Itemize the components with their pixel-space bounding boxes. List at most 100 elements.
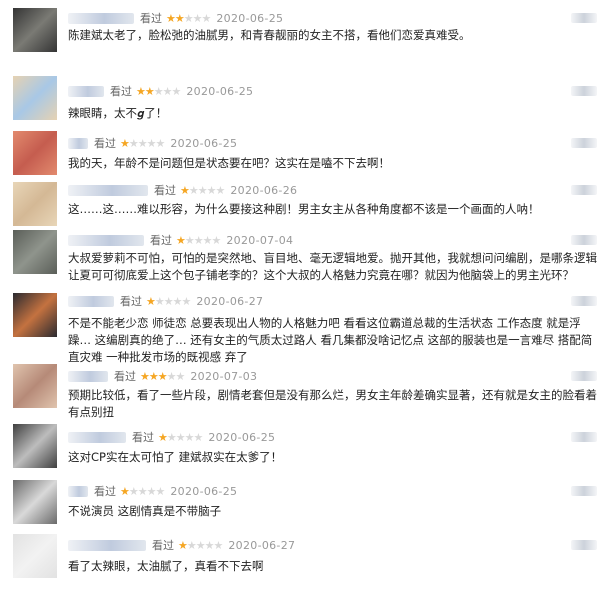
star-filled-icon: ★ — [157, 369, 168, 383]
star-empty-icon: ★ — [186, 538, 197, 552]
review-date: 2020-06-27 — [196, 294, 264, 308]
username-blurred[interactable] — [68, 184, 148, 196]
review-date: 2020-06-26 — [230, 183, 298, 197]
review-text: 我的天，年龄不是问题但是状态要在吧？这实在是嗑不下去啊！ — [68, 156, 390, 170]
watched-label: 看过 — [94, 137, 116, 150]
review-meta: 看过 ★★★★★ 2020-07-04 — [68, 232, 293, 248]
star-filled-icon: ★ — [166, 11, 176, 25]
watched-label: 看过 — [120, 295, 142, 308]
star-filled-icon: ★ — [146, 294, 156, 308]
star-empty-icon: ★ — [181, 294, 192, 308]
avatar[interactable] — [13, 131, 57, 175]
avatar[interactable] — [13, 293, 57, 337]
star-filled-icon: ★ — [120, 136, 130, 150]
star-empty-icon: ★ — [128, 136, 139, 150]
review-meta: 看过 ★★★★★ 2020-06-25 — [68, 135, 237, 151]
star-empty-icon: ★ — [211, 233, 222, 247]
username-blurred[interactable] — [68, 137, 88, 149]
avatar[interactable] — [13, 182, 57, 226]
review-date: 2020-06-25 — [216, 11, 284, 25]
watched-label: 看过 — [114, 370, 136, 383]
star-empty-icon: ★ — [175, 430, 186, 444]
star-empty-icon: ★ — [146, 484, 157, 498]
rating-stars: ★★★★★ — [180, 183, 226, 197]
vote-count-blurred — [571, 432, 597, 442]
star-empty-icon: ★ — [184, 430, 195, 444]
username-blurred[interactable] — [68, 539, 146, 551]
star-empty-icon: ★ — [154, 294, 165, 308]
star-empty-icon: ★ — [202, 233, 213, 247]
rating-stars: ★★★★★ — [120, 484, 166, 498]
avatar[interactable] — [13, 480, 57, 524]
review-list: 看过 ★★★★★ 2020-06-25 陈建斌太老了，脸松弛的油腻男，和青春靓丽的女主… — [0, 0, 615, 607]
star-empty-icon: ★ — [163, 294, 174, 308]
vote-count-blurred — [571, 13, 597, 23]
review-meta: 看过 ★★★★★ 2020-06-26 — [68, 182, 297, 198]
star-empty-icon: ★ — [183, 11, 194, 25]
star-filled-icon: ★ — [144, 84, 155, 98]
username-blurred[interactable] — [68, 234, 144, 246]
star-empty-icon: ★ — [192, 11, 203, 25]
star-empty-icon: ★ — [155, 484, 166, 498]
star-empty-icon: ★ — [162, 84, 173, 98]
review-meta: 看过 ★★★★★ 2020-06-25 — [68, 483, 237, 499]
rating-stars: ★★★★★ — [158, 430, 204, 444]
star-empty-icon: ★ — [204, 538, 215, 552]
username-blurred[interactable] — [68, 485, 88, 497]
rating-stars: ★★★★★ — [120, 136, 166, 150]
review-meta: 看过 ★★★★★ 2020-06-27 — [68, 537, 295, 553]
username-blurred[interactable] — [68, 370, 108, 382]
avatar[interactable] — [13, 76, 57, 120]
star-empty-icon: ★ — [155, 136, 166, 150]
review-meta: 看过 ★★★★★ 2020-06-25 — [68, 429, 275, 445]
star-empty-icon: ★ — [153, 84, 164, 98]
review-item: 看过 ★★★★★ 2020-06-25 陈建斌太老了，脸松弛的油腻男，和青春靓丽的女主… — [0, 8, 615, 64]
vote-count-blurred — [571, 296, 597, 306]
username-blurred[interactable] — [68, 295, 114, 307]
watched-label: 看过 — [94, 485, 116, 498]
avatar[interactable] — [13, 364, 57, 408]
star-empty-icon: ★ — [137, 136, 148, 150]
review-text: 不是不能老少恋 师徒恋 总要表现出人物的人格魅力吧 看看这位霸道总裁的生活状态 … — [68, 316, 593, 364]
star-filled-icon: ★ — [120, 484, 130, 498]
username-blurred[interactable] — [68, 12, 134, 24]
star-filled-icon: ★ — [158, 430, 168, 444]
rating-stars: ★★★★★ — [166, 11, 211, 25]
avatar[interactable] — [13, 230, 57, 274]
star-filled-icon: ★ — [176, 233, 186, 247]
review-date: 2020-06-27 — [228, 538, 296, 552]
review-date: 2020-06-25 — [186, 84, 254, 98]
rating-stars: ★★★★★ — [178, 538, 224, 552]
review-meta: 看过 ★★★★★ 2020-06-25 — [68, 10, 283, 26]
watched-label: 看过 — [132, 431, 154, 444]
star-empty-icon: ★ — [213, 538, 224, 552]
star-filled-icon: ★ — [140, 369, 150, 383]
avatar[interactable] — [13, 424, 57, 468]
username-blurred[interactable] — [68, 85, 104, 97]
review-item: 看过 ★★★★★ 2020-07-04 大叔爱萝莉不可怕，可怕的是突然地、盲目地、毫无… — [0, 230, 615, 286]
review-date: 2020-06-25 — [208, 430, 276, 444]
star-empty-icon: ★ — [206, 183, 217, 197]
star-empty-icon: ★ — [193, 430, 204, 444]
star-empty-icon: ★ — [197, 183, 208, 197]
star-filled-icon: ★ — [148, 369, 159, 383]
review-meta: 看过 ★★★★★ 2020-07-03 — [68, 368, 257, 384]
review-text: 陈建斌太老了，脸松弛的油腻男，和青春靓丽的女主不搭，看他们恋爱真难受。 — [68, 28, 471, 42]
star-empty-icon: ★ — [215, 183, 226, 197]
review-item: 看过 ★★★★★ 2020-06-25 不说演员 这剧情真是不带脑子 — [0, 480, 615, 536]
avatar[interactable] — [13, 534, 57, 578]
star-filled-icon: ★ — [136, 84, 146, 98]
username-blurred[interactable] — [68, 431, 126, 443]
review-item: 看过 ★★★★★ 2020-06-25 辣眼睛，太不𝒈了！ — [0, 76, 615, 132]
rating-stars: ★★★★★ — [176, 233, 222, 247]
rating-stars: ★★★★★ — [140, 369, 185, 383]
vote-count-blurred — [571, 540, 597, 550]
watched-label: 看过 — [152, 539, 174, 552]
review-text: 这对CP实在太可怕了 建斌叔实在太爹了！ — [68, 450, 283, 464]
review-text: 不说演员 这剧情真是不带脑子 — [68, 504, 222, 518]
review-date: 2020-07-04 — [226, 233, 294, 247]
avatar[interactable] — [13, 8, 57, 52]
rating-stars: ★★★★★ — [146, 294, 192, 308]
vote-count-blurred — [571, 371, 597, 381]
rating-stars: ★★★★★ — [136, 84, 181, 98]
